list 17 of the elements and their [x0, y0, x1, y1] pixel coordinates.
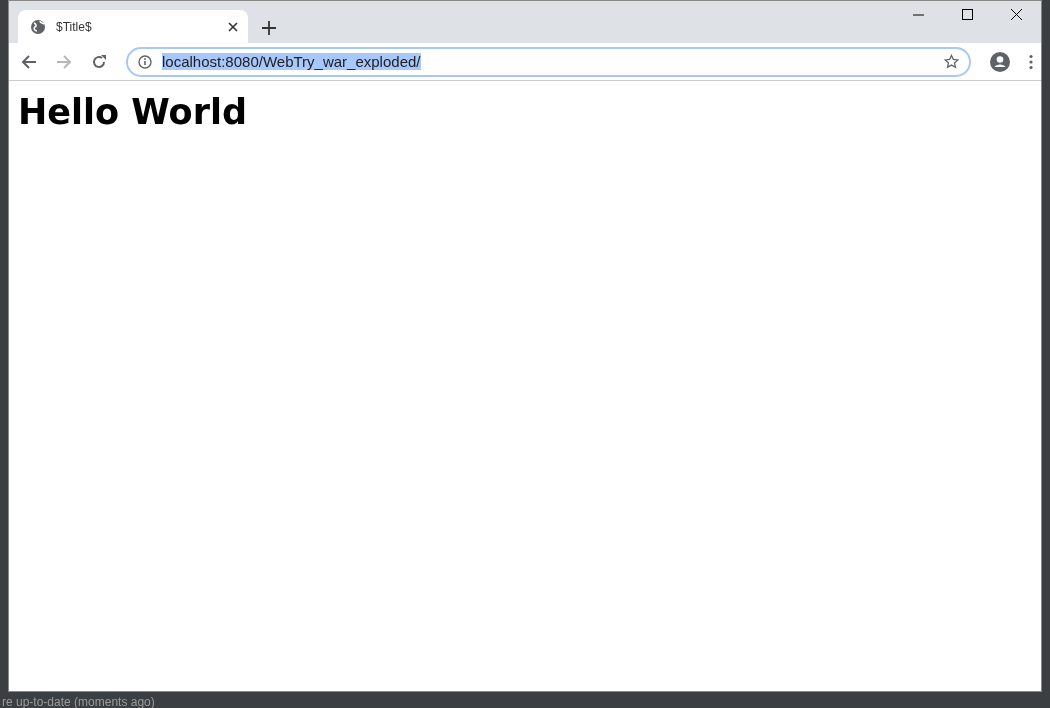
url-text: localhost:8080/WebTry_war_exploded/ — [162, 53, 421, 70]
status-text: re up-to-date (moments ago) — [2, 695, 155, 708]
close-icon[interactable] — [228, 21, 238, 32]
menu-icon[interactable] — [1029, 53, 1033, 70]
globe-icon — [30, 18, 46, 35]
tab-title: $Title$ — [56, 19, 93, 34]
maximize-icon[interactable] — [962, 9, 973, 20]
browser-tab[interactable]: $Title$ — [18, 10, 248, 43]
reload-icon[interactable] — [91, 53, 107, 70]
address-bar[interactable]: localhost:8080/WebTry_war_exploded/ — [126, 46, 971, 77]
info-icon[interactable] — [138, 54, 152, 69]
back-icon[interactable] — [21, 53, 37, 70]
account-icon[interactable] — [990, 51, 1010, 72]
plus-icon[interactable] — [262, 21, 276, 35]
close-icon[interactable] — [1011, 9, 1022, 20]
star-icon[interactable] — [944, 54, 959, 69]
page-heading: Hello World — [18, 92, 247, 132]
